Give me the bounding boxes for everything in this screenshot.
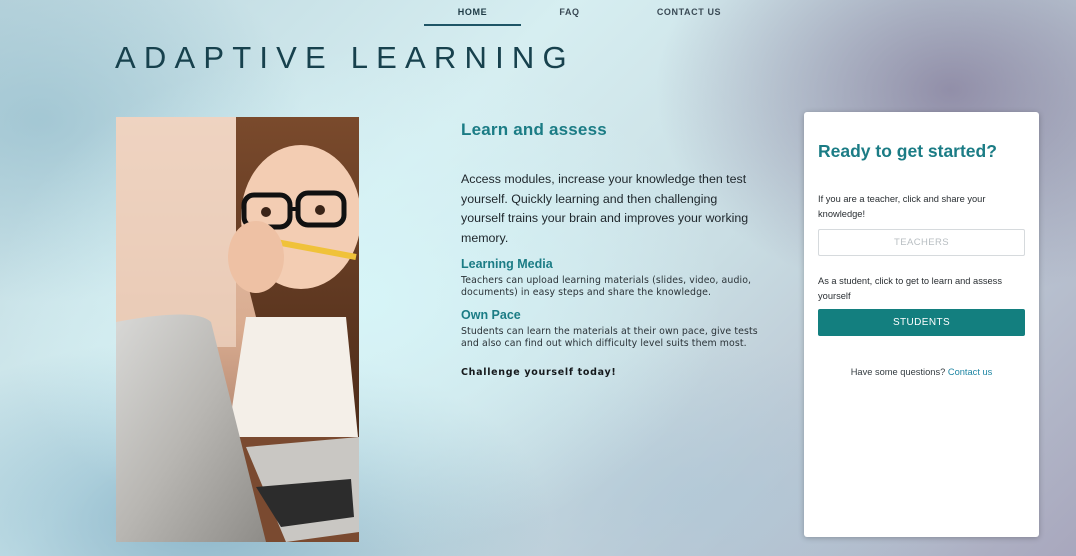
learn-heading: Learn and assess xyxy=(461,120,607,139)
learning-media-heading: Learning Media xyxy=(461,257,553,271)
questions-line: Have some questions? Contact us xyxy=(818,367,1025,377)
nav-home[interactable]: HOME xyxy=(424,0,521,26)
student-text: As a student, click to get to learn and … xyxy=(818,276,1002,301)
card-title: Ready to get started? xyxy=(818,141,997,161)
site-title: ADAPTIVE LEARNING xyxy=(115,40,575,75)
students-button[interactable]: STUDENTS xyxy=(818,309,1025,336)
teacher-text: If you are a teacher, click and share yo… xyxy=(818,194,986,219)
own-pace-text: Students can learn the materials at thei… xyxy=(461,325,758,350)
challenge-text: Challenge yourself today! xyxy=(461,366,617,378)
student-laptop-illustration xyxy=(116,117,359,542)
questions-text: Have some questions? xyxy=(850,367,946,377)
top-nav: HOME FAQ CONTACT US xyxy=(424,0,760,26)
teachers-button[interactable]: TEACHERS xyxy=(818,229,1025,256)
hero-photo xyxy=(116,117,359,542)
intro-text: Access modules, increase your knowledge … xyxy=(461,172,749,245)
learn-section: Learn and assess Access modules, increas… xyxy=(461,120,761,378)
contact-us-link[interactable]: Contact us xyxy=(948,367,992,377)
nav-contact-us[interactable]: CONTACT US xyxy=(618,0,760,26)
get-started-card: Ready to get started? If you are a teach… xyxy=(804,112,1039,537)
nav-faq[interactable]: FAQ xyxy=(521,0,618,26)
learning-media-text: Teachers can upload learning materials (… xyxy=(461,275,752,299)
own-pace-heading: Own Pace xyxy=(461,307,521,322)
